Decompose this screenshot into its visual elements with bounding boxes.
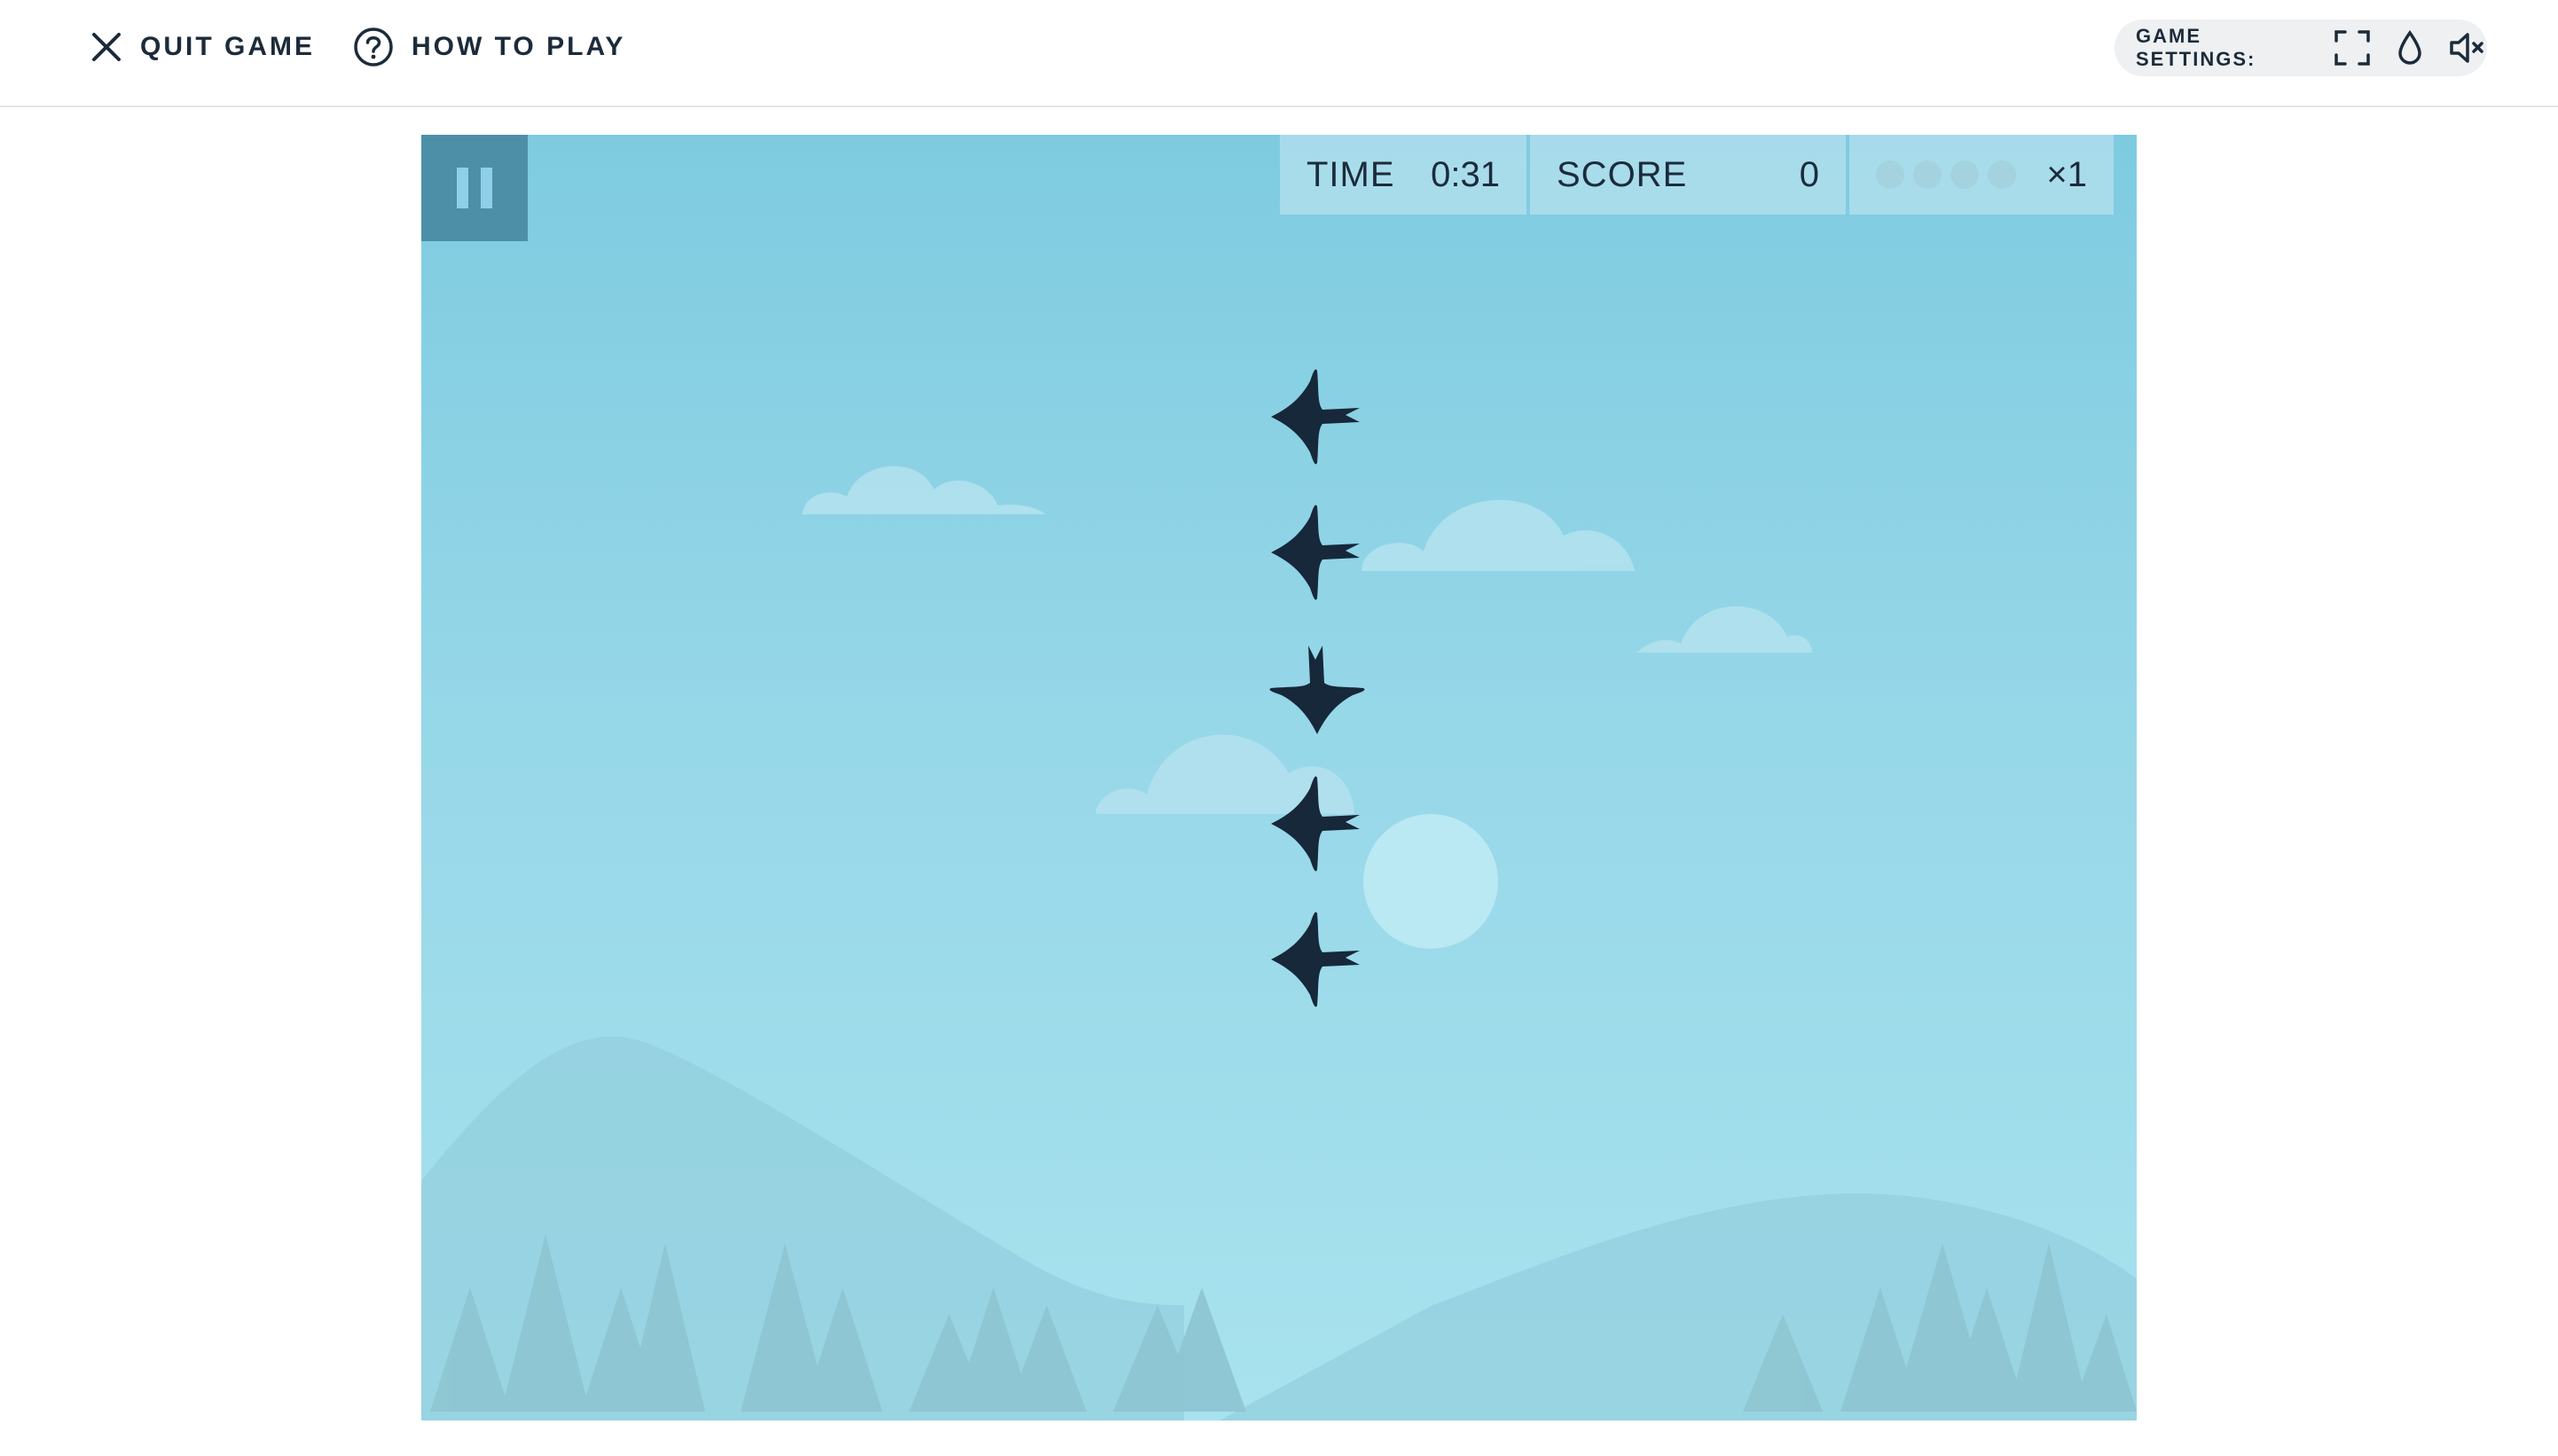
fullscreen-icon	[2334, 30, 2370, 66]
streak-dots	[1876, 160, 2025, 189]
pause-icon	[457, 168, 468, 208]
bird-left-icon	[1264, 499, 1370, 606]
quit-game-button[interactable]: QUIT GAME	[90, 20, 315, 74]
help-circle-icon	[354, 27, 393, 67]
top-bar: QUIT GAME HOW TO PLAY GAME SETTINGS:	[0, 0, 2558, 107]
contrast-button[interactable]	[2397, 30, 2423, 66]
streak-dot	[1876, 160, 1904, 189]
game-canvas[interactable]: TIME 0:31 SCORE 0 ×1	[421, 135, 2137, 1421]
sound-toggle-button[interactable]	[2448, 30, 2487, 66]
streak-dot	[1988, 160, 2016, 189]
bird-left-icon	[1264, 906, 1370, 1013]
streak-dot	[1913, 160, 1942, 189]
contrast-drop-icon	[2398, 30, 2421, 65]
hud-score: SCORE 0	[1530, 135, 1846, 215]
fullscreen-button[interactable]	[2333, 28, 2372, 67]
pause-button[interactable]	[421, 135, 528, 241]
quit-game-label: QUIT GAME	[140, 32, 315, 61]
how-to-play-label: HOW TO PLAY	[412, 32, 626, 61]
multiplier-value: ×1	[2046, 154, 2087, 194]
sun	[1363, 814, 1498, 949]
bird-down-icon	[1264, 635, 1370, 741]
how-to-play-button[interactable]: HOW TO PLAY	[353, 20, 625, 74]
score-label: SCORE	[1557, 154, 1688, 194]
game-settings-label: GAME SETTINGS:	[2136, 25, 2256, 70]
bird-left-icon	[1264, 771, 1370, 877]
hud-combo: ×1	[1849, 135, 2114, 215]
bird-left-icon	[1264, 364, 1370, 470]
time-value: 0:31	[1431, 154, 1500, 194]
time-label: TIME	[1306, 154, 1395, 194]
score-value: 0	[1799, 154, 1819, 194]
hud-time: TIME 0:31	[1280, 135, 1526, 215]
sound-muted-icon	[2450, 33, 2483, 63]
close-icon	[92, 33, 121, 61]
game-settings-panel: GAME SETTINGS:	[2115, 20, 2487, 76]
streak-dot	[1950, 160, 1979, 189]
